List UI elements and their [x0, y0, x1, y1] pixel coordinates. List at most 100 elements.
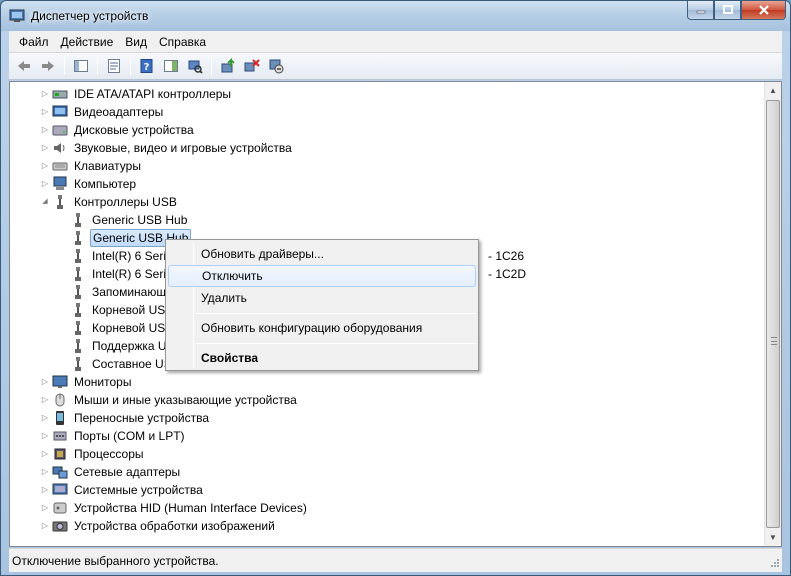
close-icon	[758, 5, 769, 15]
tree-category-row[interactable]: ▷ Звуковые, видео и игровые устройства	[40, 139, 740, 157]
show-hide-console-tree-button[interactable]	[70, 55, 92, 77]
tree-category-row[interactable]: ▷ Порты (COM и LPT)	[40, 427, 740, 445]
computer-icon	[53, 176, 67, 190]
tree-item-label: Устройства HID (Human Interface Devices)	[74, 501, 307, 515]
sound-icon	[54, 143, 65, 153]
toolbar-separator	[64, 57, 65, 75]
action-pane-button[interactable]	[160, 55, 182, 77]
tree-item-label: Мониторы	[74, 375, 132, 389]
tree-category-row[interactable]: ▷ Устройства обработки изображений	[40, 517, 740, 535]
menu-disable[interactable]: Отключить	[168, 265, 476, 287]
processor-icon	[54, 448, 66, 460]
forward-button[interactable]	[37, 55, 59, 77]
expand-arrow-icon[interactable]: ▷	[40, 373, 50, 391]
tree-item-label: Звуковые, видео и игровые устройства	[74, 141, 292, 155]
usb-icon	[75, 213, 81, 227]
uninstall-button[interactable]	[241, 55, 263, 77]
expand-arrow-icon[interactable]: ▷	[40, 427, 50, 445]
tree-category-row[interactable]: ▷ Дисковые устройства	[40, 121, 740, 139]
tree-child-row[interactable]: Generic USB Hub	[70, 211, 770, 229]
tree-category-row[interactable]: ◢ Контроллеры USB	[40, 193, 740, 211]
tree-item-label: Видеоадаптеры	[74, 105, 164, 119]
context-menu-divider	[196, 313, 476, 314]
tree-category-row[interactable]: ▷ IDE ATA/ATAPI контроллеры	[40, 85, 740, 103]
scan-hardware-icon	[188, 60, 203, 74]
context-menu-divider	[196, 343, 476, 344]
scan-hardware-button[interactable]	[184, 55, 206, 77]
tree-category-row[interactable]: ▷ Мыши и иные указывающие устройства	[40, 391, 740, 409]
display-adapter-icon	[52, 105, 68, 117]
tree-item-label: Мыши и иные указывающие устройства	[74, 393, 297, 407]
tree-category-row[interactable]: ▷ Компьютер	[40, 175, 740, 193]
usb-icon	[75, 285, 81, 299]
expand-arrow-icon[interactable]: ▷	[40, 445, 50, 463]
tree-category-row[interactable]: ▷ Клавиатуры	[40, 157, 740, 175]
scroll-down-button[interactable]: ▼	[765, 529, 781, 546]
menu-update-drivers[interactable]: Обновить драйверы...	[168, 243, 476, 265]
minimize-button[interactable]	[687, 1, 714, 20]
menu-view[interactable]: Вид	[119, 35, 153, 49]
tree-item-suffix: - 1C26	[488, 249, 525, 263]
monitor-icon	[52, 375, 68, 388]
tree-category-row[interactable]: ▷ Видеоадаптеры	[40, 103, 740, 121]
update-driver-button[interactable]	[217, 55, 239, 77]
menu-properties[interactable]: Свойства	[168, 347, 476, 369]
tree-category-row[interactable]: ▷ Мониторы	[40, 373, 740, 391]
scrollbar-thumb[interactable]	[766, 100, 780, 528]
tree-category-row[interactable]: ▷ Устройства HID (Human Interface Devices…	[40, 499, 740, 517]
menu-scan-hardware[interactable]: Обновить конфигурацию оборудования	[168, 317, 476, 339]
toolbar-separator	[130, 57, 131, 75]
menu-uninstall[interactable]: Удалить	[168, 287, 476, 309]
mouse-icon	[55, 393, 65, 407]
collapse-arrow-icon[interactable]: ◢	[40, 193, 50, 211]
scroll-up-button[interactable]: ▲	[765, 82, 781, 99]
expand-arrow-icon[interactable]: ▷	[40, 121, 50, 139]
vertical-scrollbar[interactable]: ▲ ▼	[764, 82, 781, 546]
title-bar[interactable]: Диспетчер устройств	[1, 1, 790, 31]
tree-category-row[interactable]: ▷ Переносные устройства	[40, 409, 740, 427]
expand-arrow-icon[interactable]: ▷	[40, 157, 50, 175]
disable-button[interactable]	[265, 55, 287, 77]
maximize-button[interactable]	[714, 1, 741, 20]
tree-item-label: Generic USB Hub	[92, 213, 188, 227]
expand-arrow-icon[interactable]: ▷	[40, 139, 50, 157]
usb-icon	[75, 357, 81, 371]
tree-item-suffix: - 1C2D	[488, 267, 527, 281]
status-bar: Отключение выбранного устройства.	[9, 548, 782, 572]
properties-toolbar-button[interactable]	[103, 55, 125, 77]
expand-arrow-icon[interactable]: ▷	[40, 103, 50, 121]
menu-file[interactable]: Файл	[13, 35, 55, 49]
tree-item-label: Контроллеры USB	[74, 195, 177, 209]
expand-arrow-icon[interactable]: ▷	[40, 409, 50, 427]
device-manager-window: Диспетчер устройств Файл Действие Вид Сп…	[0, 0, 791, 576]
svg-text:?: ?	[144, 62, 150, 73]
toolbar-separator	[97, 57, 98, 75]
tree-item-label: Корневой USB	[92, 303, 174, 317]
help-button[interactable]: ?	[136, 55, 158, 77]
menu-help[interactable]: Справка	[153, 35, 212, 49]
tree-category-row[interactable]: ▷ Сетевые адаптеры	[40, 463, 740, 481]
tree-item-label: Поддержка U	[92, 339, 167, 353]
expand-arrow-icon[interactable]: ▷	[40, 463, 50, 481]
tree-item-label: Корневой USB	[92, 321, 174, 335]
expand-arrow-icon[interactable]: ▷	[40, 517, 50, 535]
status-text: Отключение выбранного устройства.	[12, 554, 219, 568]
expand-arrow-icon[interactable]: ▷	[40, 391, 50, 409]
toolbar: ?	[9, 53, 782, 80]
tree-item-label: Компьютер	[74, 177, 137, 191]
tree-category-row[interactable]: ▷ Процессоры	[40, 445, 740, 463]
menu-bar: Файл Действие Вид Справка	[9, 31, 782, 53]
tree-item-label: Сетевые адаптеры	[74, 465, 181, 479]
tree-category-row[interactable]: ▷ Системные устройства	[40, 481, 740, 499]
expand-arrow-icon[interactable]: ▷	[40, 175, 50, 193]
back-arrow-icon	[18, 61, 30, 71]
resize-grip-icon[interactable]	[768, 558, 780, 570]
menu-action[interactable]: Действие	[55, 35, 120, 49]
back-button[interactable]	[13, 55, 35, 77]
ide-controller-icon	[52, 90, 68, 99]
expand-arrow-icon[interactable]: ▷	[40, 481, 50, 499]
portable-device-icon	[56, 411, 64, 425]
expand-arrow-icon[interactable]: ▷	[40, 85, 50, 103]
close-button[interactable]	[741, 1, 786, 20]
expand-arrow-icon[interactable]: ▷	[40, 499, 50, 517]
